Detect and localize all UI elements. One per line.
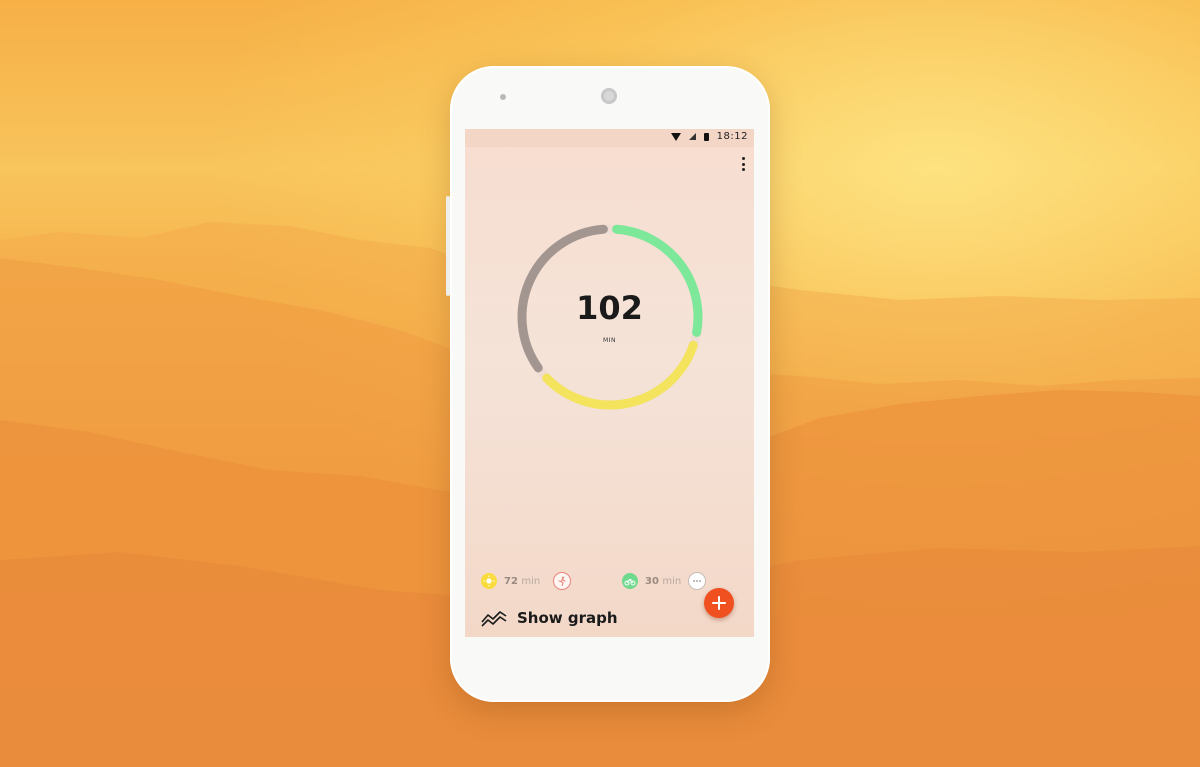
total-minutes-value: 102 [576, 289, 643, 327]
trend-graph-icon [481, 611, 507, 627]
activity-sun[interactable]: 72 min [481, 573, 540, 589]
bike-icon [622, 573, 638, 589]
phone-front-camera [601, 88, 617, 104]
activity-sun-duration: 72 min [504, 575, 541, 587]
sun-icon [481, 573, 497, 589]
show-graph-label: Show graph [517, 609, 618, 627]
battery-icon [703, 132, 709, 141]
wifi-icon [670, 132, 681, 141]
background-scene: 18:12 102 MIN 72 min 30 min Show graph [0, 0, 1200, 767]
show-graph-button[interactable]: Show graph [481, 609, 618, 627]
status-bar: 18:12 [465, 129, 754, 147]
signal-icon [688, 133, 696, 140]
menu-dot [741, 162, 745, 166]
app-screen: 18:12 102 MIN 72 min 30 min Show graph [465, 129, 754, 637]
menu-dot [741, 168, 745, 171]
status-icons: 18:12 [670, 131, 748, 142]
phone-device: 18:12 102 MIN 72 min 30 min Show graph [446, 66, 770, 702]
status-time: 18:12 [716, 131, 748, 142]
menu-dot [741, 157, 745, 160]
activity-bike[interactable]: 30 min [622, 573, 681, 589]
total-minutes-unit: MIN [603, 337, 616, 344]
activity-bike-duration: 30 min [645, 575, 682, 587]
add-activity-button[interactable] [704, 588, 734, 618]
more-icon[interactable] [688, 572, 706, 590]
phone-sensor-dot [500, 94, 506, 100]
ring-segment-yellow [542, 340, 698, 410]
overflow-menu-icon[interactable] [738, 157, 748, 171]
plus-icon [712, 596, 726, 610]
run-icon[interactable] [553, 572, 571, 590]
phone-side-button [446, 196, 450, 296]
